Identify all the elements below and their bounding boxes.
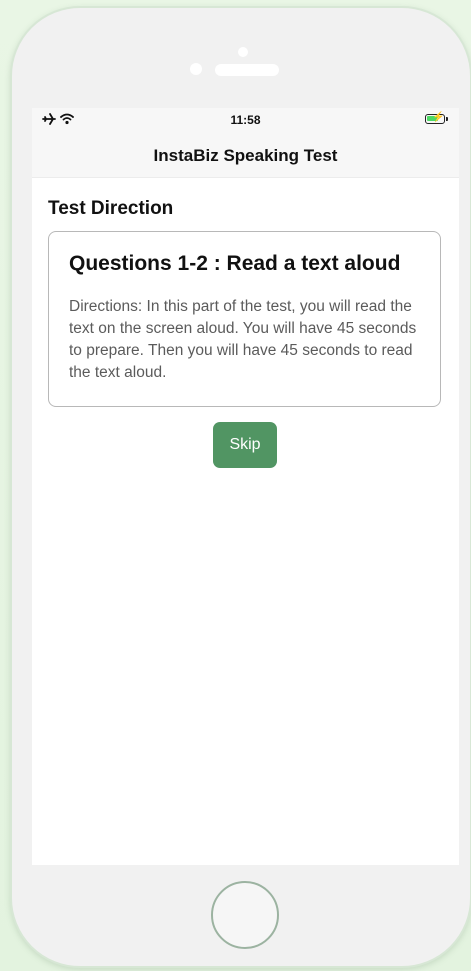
charging-bolt-icon: ⚡ [432, 112, 445, 123]
directions-card: Questions 1-2 : Read a text aloud Direct… [48, 231, 441, 407]
section-title: Test Direction [48, 198, 174, 219]
app-screen: 11:58 ⚡ InstaBiz Speaking Test Test Dire… [32, 108, 459, 865]
status-bar: 11:58 ⚡ [32, 108, 459, 132]
card-body: Directions: In this part of the test, yo… [69, 298, 417, 381]
battery-cap [446, 117, 448, 121]
home-button[interactable] [211, 881, 279, 949]
status-time: 11:58 [230, 113, 261, 127]
front-camera [190, 63, 202, 75]
navigation-bar: InstaBiz Speaking Test [32, 132, 459, 178]
skip-button[interactable]: Skip [213, 422, 277, 468]
battery-charging-icon: ⚡ [425, 112, 448, 124]
sensor-dot [238, 47, 248, 57]
nav-title: InstaBiz Speaking Test [153, 146, 338, 165]
earpiece-speaker [215, 64, 279, 76]
card-title: Questions 1-2 : Read a text aloud [69, 252, 401, 275]
phone-frame: 11:58 ⚡ InstaBiz Speaking Test Test Dire… [10, 6, 471, 968]
